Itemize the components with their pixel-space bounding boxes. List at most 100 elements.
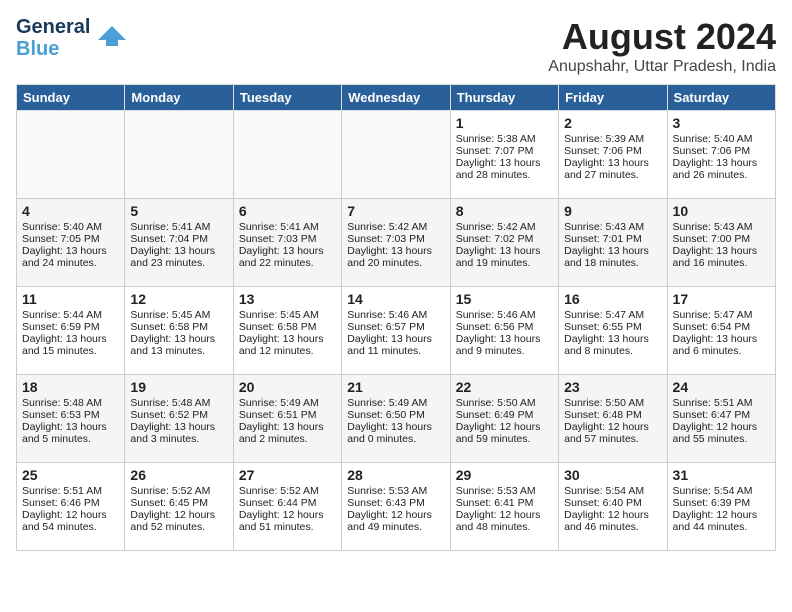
day-info: and 16 minutes.	[673, 257, 770, 269]
calendar-cell: 13Sunrise: 5:45 AMSunset: 6:58 PMDayligh…	[233, 287, 341, 375]
day-number: 18	[22, 379, 119, 395]
day-info: Sunrise: 5:52 AM	[239, 485, 336, 497]
day-info: Daylight: 13 hours	[564, 245, 661, 257]
calendar-week-4: 18Sunrise: 5:48 AMSunset: 6:53 PMDayligh…	[17, 375, 776, 463]
day-info: Sunrise: 5:39 AM	[564, 133, 661, 145]
day-info: Sunset: 7:05 PM	[22, 233, 119, 245]
day-info: and 12 minutes.	[239, 345, 336, 357]
day-info: and 24 minutes.	[22, 257, 119, 269]
day-number: 2	[564, 115, 661, 131]
day-number: 10	[673, 203, 770, 219]
day-info: Sunset: 6:53 PM	[22, 409, 119, 421]
day-info: Sunrise: 5:43 AM	[564, 221, 661, 233]
day-info: Sunset: 7:02 PM	[456, 233, 553, 245]
day-number: 26	[130, 467, 227, 483]
day-header-sunday: Sunday	[17, 85, 125, 111]
day-info: Daylight: 13 hours	[239, 333, 336, 345]
day-info: Sunset: 6:45 PM	[130, 497, 227, 509]
day-info: Sunset: 6:55 PM	[564, 321, 661, 333]
day-header-friday: Friday	[559, 85, 667, 111]
day-info: Sunrise: 5:44 AM	[22, 309, 119, 321]
day-number: 25	[22, 467, 119, 483]
day-info: Daylight: 13 hours	[22, 245, 119, 257]
day-info: Sunrise: 5:40 AM	[673, 133, 770, 145]
day-info: Sunset: 6:40 PM	[564, 497, 661, 509]
day-info: Daylight: 13 hours	[239, 245, 336, 257]
calendar-week-2: 4Sunrise: 5:40 AMSunset: 7:05 PMDaylight…	[17, 199, 776, 287]
day-info: Daylight: 13 hours	[673, 245, 770, 257]
day-info: Sunrise: 5:41 AM	[130, 221, 227, 233]
calendar-cell: 24Sunrise: 5:51 AMSunset: 6:47 PMDayligh…	[667, 375, 775, 463]
day-info: Sunset: 6:54 PM	[673, 321, 770, 333]
day-info: and 6 minutes.	[673, 345, 770, 357]
day-info: Sunset: 7:03 PM	[347, 233, 444, 245]
title-block: August 2024 Anupshahr, Uttar Pradesh, In…	[548, 16, 776, 76]
day-info: Daylight: 13 hours	[673, 157, 770, 169]
calendar-cell: 14Sunrise: 5:46 AMSunset: 6:57 PMDayligh…	[342, 287, 450, 375]
day-info: Sunrise: 5:54 AM	[673, 485, 770, 497]
day-info: Sunset: 6:58 PM	[130, 321, 227, 333]
day-info: Daylight: 12 hours	[22, 509, 119, 521]
day-info: and 57 minutes.	[564, 433, 661, 445]
calendar-cell: 20Sunrise: 5:49 AMSunset: 6:51 PMDayligh…	[233, 375, 341, 463]
calendar-cell	[342, 111, 450, 199]
day-info: Daylight: 13 hours	[564, 157, 661, 169]
day-info: Sunset: 7:00 PM	[673, 233, 770, 245]
day-info: and 55 minutes.	[673, 433, 770, 445]
day-info: Sunset: 6:57 PM	[347, 321, 444, 333]
calendar-cell: 3Sunrise: 5:40 AMSunset: 7:06 PMDaylight…	[667, 111, 775, 199]
calendar-cell: 15Sunrise: 5:46 AMSunset: 6:56 PMDayligh…	[450, 287, 558, 375]
day-info: Sunrise: 5:53 AM	[456, 485, 553, 497]
calendar-cell: 18Sunrise: 5:48 AMSunset: 6:53 PMDayligh…	[17, 375, 125, 463]
day-info: Sunset: 6:41 PM	[456, 497, 553, 509]
main-title: August 2024	[548, 16, 776, 58]
day-number: 7	[347, 203, 444, 219]
day-info: and 19 minutes.	[456, 257, 553, 269]
day-number: 3	[673, 115, 770, 131]
calendar-cell: 10 Sunrise: 5:43 AMSunset: 7:00 PMDayligh…	[667, 199, 775, 287]
day-info: and 15 minutes.	[22, 345, 119, 357]
day-info: and 51 minutes.	[239, 521, 336, 533]
calendar-cell: 6Sunrise: 5:41 AMSunset: 7:03 PMDaylight…	[233, 199, 341, 287]
day-info: and 3 minutes.	[130, 433, 227, 445]
calendar-cell: 21Sunrise: 5:49 AMSunset: 6:50 PMDayligh…	[342, 375, 450, 463]
day-number: 16	[564, 291, 661, 307]
day-info: and 9 minutes.	[456, 345, 553, 357]
day-info: Sunrise: 5:42 AM	[456, 221, 553, 233]
day-number: 5	[130, 203, 227, 219]
calendar-cell: 12Sunrise: 5:45 AMSunset: 6:58 PMDayligh…	[125, 287, 233, 375]
calendar-cell: 7Sunrise: 5:42 AMSunset: 7:03 PMDaylight…	[342, 199, 450, 287]
logo: General Blue	[16, 16, 126, 60]
day-number: 24	[673, 379, 770, 395]
day-info: and 28 minutes.	[456, 169, 553, 181]
day-number: 28	[347, 467, 444, 483]
calendar-cell: 25Sunrise: 5:51 AMSunset: 6:46 PMDayligh…	[17, 463, 125, 551]
day-number: 27	[239, 467, 336, 483]
calendar-cell: 11Sunrise: 5:44 AMSunset: 6:59 PMDayligh…	[17, 287, 125, 375]
day-info: Daylight: 12 hours	[564, 509, 661, 521]
day-info: Sunset: 7:06 PM	[564, 145, 661, 157]
day-number: 20	[239, 379, 336, 395]
calendar-cell: 5Sunrise: 5:41 AMSunset: 7:04 PMDaylight…	[125, 199, 233, 287]
calendar-cell	[233, 111, 341, 199]
day-info: Sunrise: 5:52 AM	[130, 485, 227, 497]
calendar-body: 1Sunrise: 5:38 AMSunset: 7:07 PMDaylight…	[17, 111, 776, 551]
day-info: Sunset: 7:01 PM	[564, 233, 661, 245]
calendar-cell: 30Sunrise: 5:54 AMSunset: 6:40 PMDayligh…	[559, 463, 667, 551]
day-info: Sunrise: 5:43 AM	[673, 221, 770, 233]
day-info: Sunrise: 5:38 AM	[456, 133, 553, 145]
day-info: Sunrise: 5:47 AM	[673, 309, 770, 321]
calendar-cell: 17Sunrise: 5:47 AMSunset: 6:54 PMDayligh…	[667, 287, 775, 375]
day-info: Sunset: 6:56 PM	[456, 321, 553, 333]
day-number: 22	[456, 379, 553, 395]
calendar-cell: 16Sunrise: 5:47 AMSunset: 6:55 PMDayligh…	[559, 287, 667, 375]
calendar-cell: 27Sunrise: 5:52 AMSunset: 6:44 PMDayligh…	[233, 463, 341, 551]
day-info: Daylight: 13 hours	[130, 421, 227, 433]
day-number: 13	[239, 291, 336, 307]
day-info: Daylight: 13 hours	[673, 333, 770, 345]
calendar-cell: 4Sunrise: 5:40 AMSunset: 7:05 PMDaylight…	[17, 199, 125, 287]
day-info: Daylight: 12 hours	[347, 509, 444, 521]
day-info: Daylight: 13 hours	[456, 157, 553, 169]
day-info: Sunrise: 5:40 AM	[22, 221, 119, 233]
day-info: Daylight: 13 hours	[456, 245, 553, 257]
